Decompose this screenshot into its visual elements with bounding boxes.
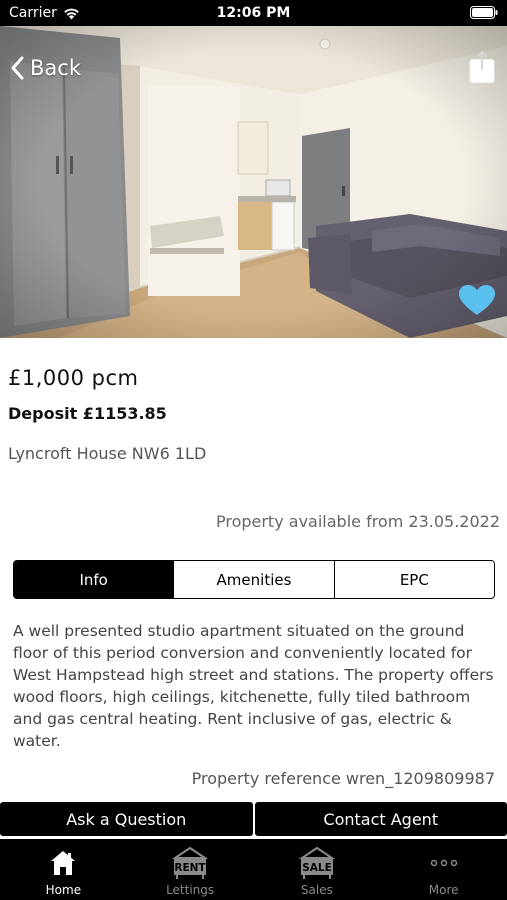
chevron-left-icon (11, 56, 24, 80)
tab-bar-label: Home (45, 883, 82, 897)
ask-question-button[interactable]: Ask a Question (0, 802, 253, 836)
tab-bar-lettings[interactable]: RENT Lettings (127, 839, 254, 900)
tab-bar-label: Lettings (166, 883, 215, 897)
tab-info[interactable]: Info (14, 561, 174, 598)
battery-icon (470, 6, 498, 23)
bottom-tab-bar: Home RENT Lettings SALE Sales More (0, 839, 507, 900)
clock: 12:06 PM (216, 5, 291, 21)
tab-bar-label: Sales (300, 883, 333, 897)
tab-bar-label: More (428, 883, 459, 897)
share-button[interactable] (469, 50, 495, 88)
status-bar: Carrier 12:06 PM (0, 0, 507, 26)
property-photo[interactable]: Back (0, 26, 507, 338)
address: Lyncroft House NW6 1LD (8, 444, 207, 463)
tab-amenities[interactable]: Amenities (173, 561, 334, 598)
svg-text:SALE: SALE (302, 862, 332, 874)
more-icon (430, 859, 457, 867)
sale-sign-icon: SALE (298, 846, 336, 879)
info-tabs: Info Amenities EPC (13, 560, 495, 599)
back-label: Back (30, 56, 81, 80)
property-reference: Property reference wren_1209809987 (191, 769, 495, 788)
svg-text:RENT: RENT (175, 862, 207, 874)
home-icon (51, 851, 76, 875)
tab-epc[interactable]: EPC (333, 561, 494, 598)
deposit: Deposit £1153.85 (8, 404, 167, 423)
tab-bar-more[interactable]: More (380, 839, 507, 900)
share-icon (469, 50, 495, 83)
action-bar: Ask a Question Contact Agent (0, 802, 507, 836)
contact-agent-button[interactable]: Contact Agent (254, 802, 507, 836)
availability-date: Property available from 23.05.2022 (215, 512, 500, 531)
favorite-button[interactable] (459, 285, 495, 321)
tab-bar-sales[interactable]: SALE Sales (254, 839, 381, 900)
tab-bar-home[interactable]: Home (0, 839, 127, 900)
property-description: A well presented studio apartment situat… (13, 622, 494, 750)
back-button[interactable]: Back (10, 52, 81, 84)
rent-sign-icon: RENT (171, 846, 209, 879)
heart-icon (459, 285, 495, 315)
price: £1,000 pcm (8, 366, 139, 390)
